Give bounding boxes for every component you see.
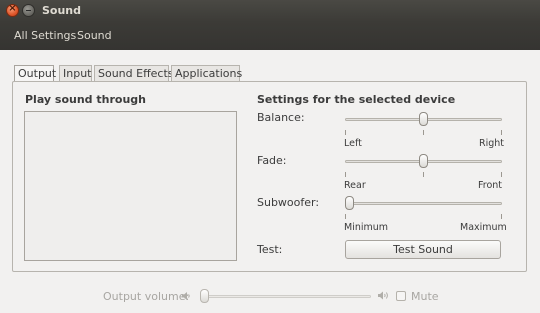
minimize-window-button[interactable] xyxy=(22,4,35,17)
tab-sound-effects-label: Sound Effects xyxy=(98,67,174,80)
balance-tick-left xyxy=(345,130,346,135)
mute-checkbox[interactable] xyxy=(396,291,406,301)
tab-applications-label: Applications xyxy=(175,67,243,80)
balance-tick-right xyxy=(501,130,502,135)
output-volume-label: Output volume: xyxy=(103,290,190,303)
balance-slider[interactable] xyxy=(345,112,502,126)
mute-label: Mute xyxy=(411,290,439,303)
close-window-button[interactable]: × xyxy=(6,3,19,17)
fade-tick-center xyxy=(423,172,424,177)
balance-slider-handle[interactable] xyxy=(419,112,428,126)
tab-output[interactable]: Output xyxy=(14,65,57,82)
balance-tick-center xyxy=(423,130,424,135)
fade-slider[interactable] xyxy=(345,154,502,168)
output-volume-trough xyxy=(200,295,371,298)
tab-output-label: Output xyxy=(18,67,57,80)
window-title: Sound xyxy=(42,4,82,17)
speaker-high-icon xyxy=(378,291,388,300)
device-settings-heading: Settings for the selected device xyxy=(257,93,456,106)
close-icon: × xyxy=(8,3,17,14)
output-volume-slider[interactable] xyxy=(200,289,371,303)
speaker-low-icon xyxy=(182,292,190,300)
test-label: Test: xyxy=(257,243,283,256)
subwoofer-maximum-label: Maximum xyxy=(460,222,507,233)
subwoofer-minimum-label: Minimum xyxy=(344,222,389,233)
sound-breadcrumb-button[interactable]: Sound xyxy=(77,29,112,42)
fade-rear-label: Rear xyxy=(344,180,366,191)
minimize-icon xyxy=(26,10,31,11)
play-sound-through-heading: Play sound through xyxy=(25,93,146,106)
tab-input[interactable]: Input xyxy=(59,65,92,81)
fade-tick-right xyxy=(501,172,502,177)
tab-sound-effects[interactable]: Sound Effects xyxy=(94,65,174,81)
test-sound-button[interactable]: Test Sound xyxy=(345,240,501,259)
output-device-list[interactable] xyxy=(24,111,237,261)
toolbar: All Settings Sound xyxy=(0,22,540,50)
tab-applications[interactable]: Applications xyxy=(171,65,243,81)
fade-label: Fade: xyxy=(257,154,287,167)
subwoofer-tick-max xyxy=(501,214,502,219)
output-volume-handle[interactable] xyxy=(200,289,209,303)
fade-front-label: Front xyxy=(478,180,503,191)
all-settings-button[interactable]: All Settings xyxy=(14,29,76,42)
subwoofer-slider-handle[interactable] xyxy=(345,196,354,210)
tab-input-label: Input xyxy=(63,67,92,80)
subwoofer-tick-min xyxy=(345,214,346,219)
subwoofer-label: Subwoofer: xyxy=(257,196,320,209)
balance-right-label: Right xyxy=(479,138,505,149)
subwoofer-slider-trough xyxy=(345,202,502,205)
fade-tick-left xyxy=(345,172,346,177)
fade-slider-handle[interactable] xyxy=(419,154,428,168)
subwoofer-slider[interactable] xyxy=(345,196,502,210)
title-bar: × Sound xyxy=(0,0,540,22)
balance-label: Balance: xyxy=(257,111,305,124)
balance-left-label: Left xyxy=(344,138,362,149)
